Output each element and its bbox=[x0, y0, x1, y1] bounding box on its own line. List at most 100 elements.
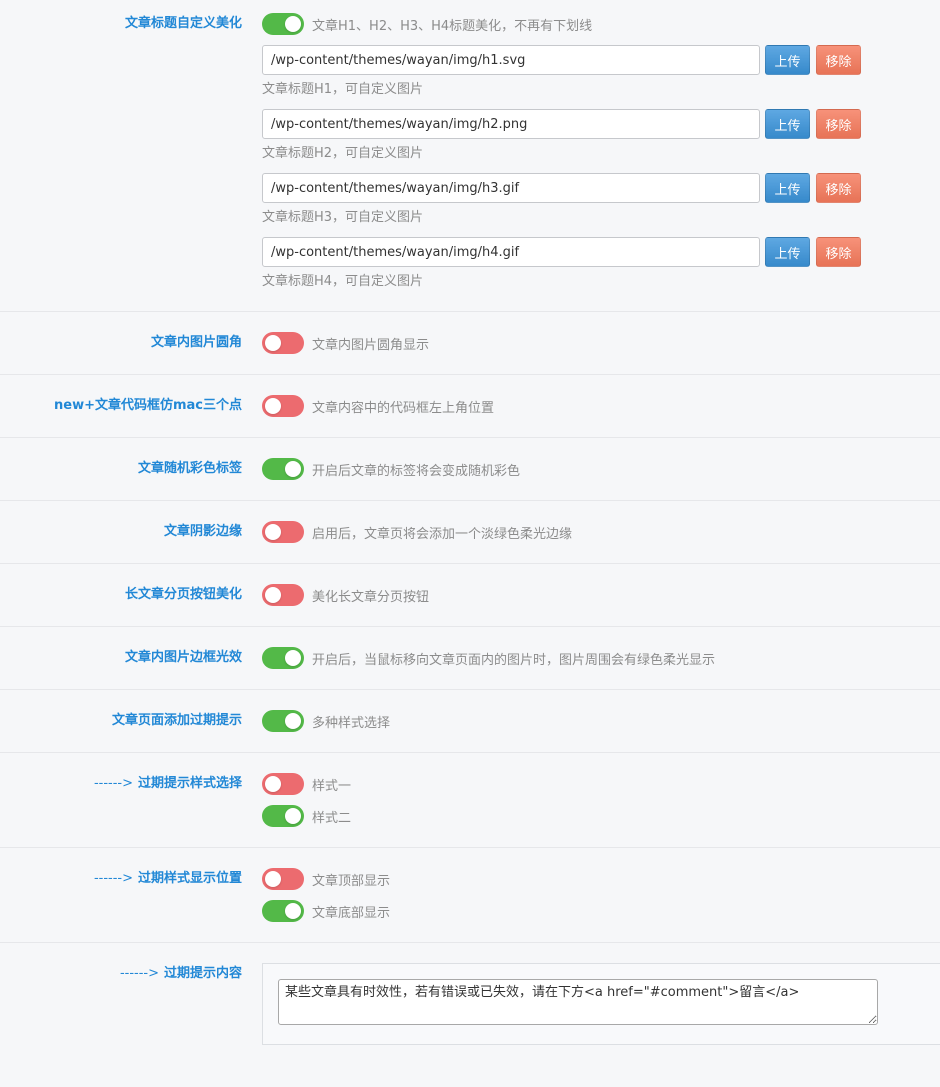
toggle-option: 样式二 bbox=[262, 805, 940, 827]
setting-controls: 文章内图片圆角显示 bbox=[262, 332, 940, 354]
toggle-knob bbox=[265, 524, 281, 540]
image-field-row: 上传 移除 bbox=[262, 45, 940, 75]
toggle-option: 启用后，文章页将会添加一个淡绿色柔光边缘 bbox=[262, 521, 940, 543]
setting-label: 文章页面添加过期提示 bbox=[111, 713, 242, 728]
toggle-knob bbox=[265, 871, 281, 887]
expiry-position-top-toggle[interactable] bbox=[262, 868, 304, 890]
image-glow-toggle[interactable] bbox=[262, 647, 304, 669]
setting-row-expiry-style: ------> 过期提示样式选择 样式一 样式二 bbox=[0, 753, 940, 848]
toggle-description: 开启后文章的标签将会变成随机彩色 bbox=[312, 463, 521, 479]
setting-controls: 样式一 样式二 bbox=[262, 773, 940, 827]
image-field-h1: 上传 移除 文章标题H1，可自定义图片 bbox=[262, 45, 940, 99]
setting-row-mac-code-dots: new+文章代码框仿mac三个点 文章内容中的代码框左上角位置 bbox=[0, 375, 940, 438]
setting-label: ------> 过期样式显示位置 bbox=[0, 868, 242, 922]
h2-remove-button[interactable]: 移除 bbox=[816, 109, 861, 139]
toggle-knob bbox=[285, 903, 301, 919]
toggle-option: 开启后文章的标签将会变成随机彩色 bbox=[262, 458, 940, 480]
setting-row-image-glow: 文章内图片边框光效 开启后，当鼠标移向文章页面内的图片时，图片周围会有绿色柔光显… bbox=[0, 627, 940, 690]
h4-remove-button[interactable]: 移除 bbox=[816, 237, 861, 267]
heading-beautify-toggle[interactable] bbox=[262, 13, 304, 35]
setting-label-text: 过期样式显示位置 bbox=[137, 871, 242, 886]
toggle-description: 文章H1、H2、H3、H4标题美化，不再有下划线 bbox=[312, 18, 593, 34]
toggle-knob bbox=[285, 461, 301, 477]
toggle-description: 开启后，当鼠标移向文章页面内的图片时，图片周围会有绿色柔光显示 bbox=[312, 652, 716, 668]
toggle-knob bbox=[285, 16, 301, 32]
settings-panel: 文章标题自定义美化 文章H1、H2、H3、H4标题美化，不再有下划线 上传 移除… bbox=[0, 0, 940, 1065]
pagination-buttons-toggle[interactable] bbox=[262, 584, 304, 606]
toggle-option: 多种样式选择 bbox=[262, 710, 940, 732]
expiry-style-1-toggle[interactable] bbox=[262, 773, 304, 795]
shadow-edge-toggle[interactable] bbox=[262, 521, 304, 543]
setting-label: 文章内图片边框光效 bbox=[124, 650, 242, 665]
toggle-option: 文章内容中的代码框左上角位置 bbox=[262, 395, 940, 417]
setting-label: 文章标题自定义美化 bbox=[124, 16, 242, 31]
image-field-row: 上传 移除 bbox=[262, 237, 940, 267]
h1-remove-button[interactable]: 移除 bbox=[816, 45, 861, 75]
setting-label: ------> 过期提示内容 bbox=[0, 963, 242, 1045]
h3-image-url-input[interactable] bbox=[262, 173, 760, 203]
toggle-description: 文章内图片圆角显示 bbox=[312, 337, 430, 353]
toggle-description: 样式一 bbox=[312, 778, 352, 794]
h1-upload-button[interactable]: 上传 bbox=[765, 45, 810, 75]
expiry-style-2-toggle[interactable] bbox=[262, 805, 304, 827]
toggle-knob bbox=[265, 398, 281, 414]
setting-row-shadow-edge: 文章阴影边缘 启用后，文章页将会添加一个淡绿色柔光边缘 bbox=[0, 501, 940, 564]
setting-label: new+文章代码框仿mac三个点 bbox=[54, 398, 242, 413]
toggle-description: 启用后，文章页将会添加一个淡绿色柔光边缘 bbox=[312, 526, 573, 542]
setting-label: 文章阴影边缘 bbox=[163, 524, 242, 539]
setting-label-text: 过期提示样式选择 bbox=[137, 776, 242, 791]
h2-image-url-input[interactable] bbox=[262, 109, 760, 139]
toggle-knob bbox=[285, 713, 301, 729]
setting-label: ------> 过期提示样式选择 bbox=[0, 773, 242, 827]
setting-row-pagination-buttons: 长文章分页按钮美化 美化长文章分页按钮 bbox=[0, 564, 940, 627]
setting-controls: 开启后文章的标签将会变成随机彩色 bbox=[262, 458, 940, 480]
image-field-h4: 上传 移除 文章标题H4，可自定义图片 bbox=[262, 237, 940, 291]
setting-row-heading-beautify: 文章标题自定义美化 文章H1、H2、H3、H4标题美化，不再有下划线 上传 移除… bbox=[0, 0, 940, 312]
toggle-option: 文章内图片圆角显示 bbox=[262, 332, 940, 354]
toggle-description: 文章底部显示 bbox=[312, 905, 391, 921]
mac-code-dots-toggle[interactable] bbox=[262, 395, 304, 417]
setting-controls: 美化长文章分页按钮 bbox=[262, 584, 940, 606]
toggle-description: 文章顶部显示 bbox=[312, 873, 391, 889]
h3-upload-button[interactable]: 上传 bbox=[765, 173, 810, 203]
setting-controls: 文章顶部显示 文章底部显示 bbox=[262, 868, 940, 922]
toggle-option: 美化长文章分页按钮 bbox=[262, 584, 940, 606]
setting-label: 长文章分页按钮美化 bbox=[124, 587, 242, 602]
image-field-row: 上传 移除 bbox=[262, 173, 940, 203]
setting-label-text: 过期提示内容 bbox=[163, 966, 242, 981]
toggle-description: 样式二 bbox=[312, 810, 352, 826]
expiry-position-bottom-toggle[interactable] bbox=[262, 900, 304, 922]
h1-image-url-input[interactable] bbox=[262, 45, 760, 75]
sub-setting-arrow: ------> bbox=[119, 966, 159, 981]
setting-row-image-rounded: 文章内图片圆角 文章内图片圆角显示 bbox=[0, 312, 940, 375]
setting-controls: 开启后，当鼠标移向文章页面内的图片时，图片周围会有绿色柔光显示 bbox=[262, 647, 940, 669]
sub-setting-arrow: ------> bbox=[93, 871, 133, 886]
image-field-h3: 上传 移除 文章标题H3，可自定义图片 bbox=[262, 173, 940, 227]
image-rounded-toggle[interactable] bbox=[262, 332, 304, 354]
h4-image-help: 文章标题H4，可自定义图片 bbox=[262, 274, 424, 289]
setting-controls: 启用后，文章页将会添加一个淡绿色柔光边缘 bbox=[262, 521, 940, 543]
h2-upload-button[interactable]: 上传 bbox=[765, 109, 810, 139]
toggle-knob bbox=[285, 650, 301, 666]
setting-controls: 文章内容中的代码框左上角位置 bbox=[262, 395, 940, 417]
toggle-knob bbox=[265, 776, 281, 792]
toggle-description: 美化长文章分页按钮 bbox=[312, 589, 430, 605]
toggle-knob bbox=[285, 808, 301, 824]
h3-remove-button[interactable]: 移除 bbox=[816, 173, 861, 203]
expiry-content-textarea[interactable]: 某些文章具有时效性，若有错误或已失效，请在下方<a href="#comment… bbox=[278, 979, 878, 1025]
toggle-option: 文章底部显示 bbox=[262, 900, 940, 922]
h1-image-help: 文章标题H1，可自定义图片 bbox=[262, 82, 424, 97]
random-tag-colors-toggle[interactable] bbox=[262, 458, 304, 480]
toggle-option: 文章H1、H2、H3、H4标题美化，不再有下划线 bbox=[262, 13, 940, 35]
h4-image-url-input[interactable] bbox=[262, 237, 760, 267]
setting-row-expiry-content: ------> 过期提示内容 某些文章具有时效性，若有错误或已失效，请在下方<a … bbox=[0, 943, 940, 1065]
image-field-h2: 上传 移除 文章标题H2，可自定义图片 bbox=[262, 109, 940, 163]
setting-row-expiry-notice: 文章页面添加过期提示 多种样式选择 bbox=[0, 690, 940, 753]
setting-row-expiry-position: ------> 过期样式显示位置 文章顶部显示 文章底部显示 bbox=[0, 848, 940, 943]
expiry-notice-toggle[interactable] bbox=[262, 710, 304, 732]
h2-image-help: 文章标题H2，可自定义图片 bbox=[262, 146, 424, 161]
setting-controls: 某些文章具有时效性，若有错误或已失效，请在下方<a href="#comment… bbox=[262, 963, 940, 1045]
h4-upload-button[interactable]: 上传 bbox=[765, 237, 810, 267]
toggle-knob bbox=[265, 335, 281, 351]
toggle-option: 样式一 bbox=[262, 773, 940, 795]
